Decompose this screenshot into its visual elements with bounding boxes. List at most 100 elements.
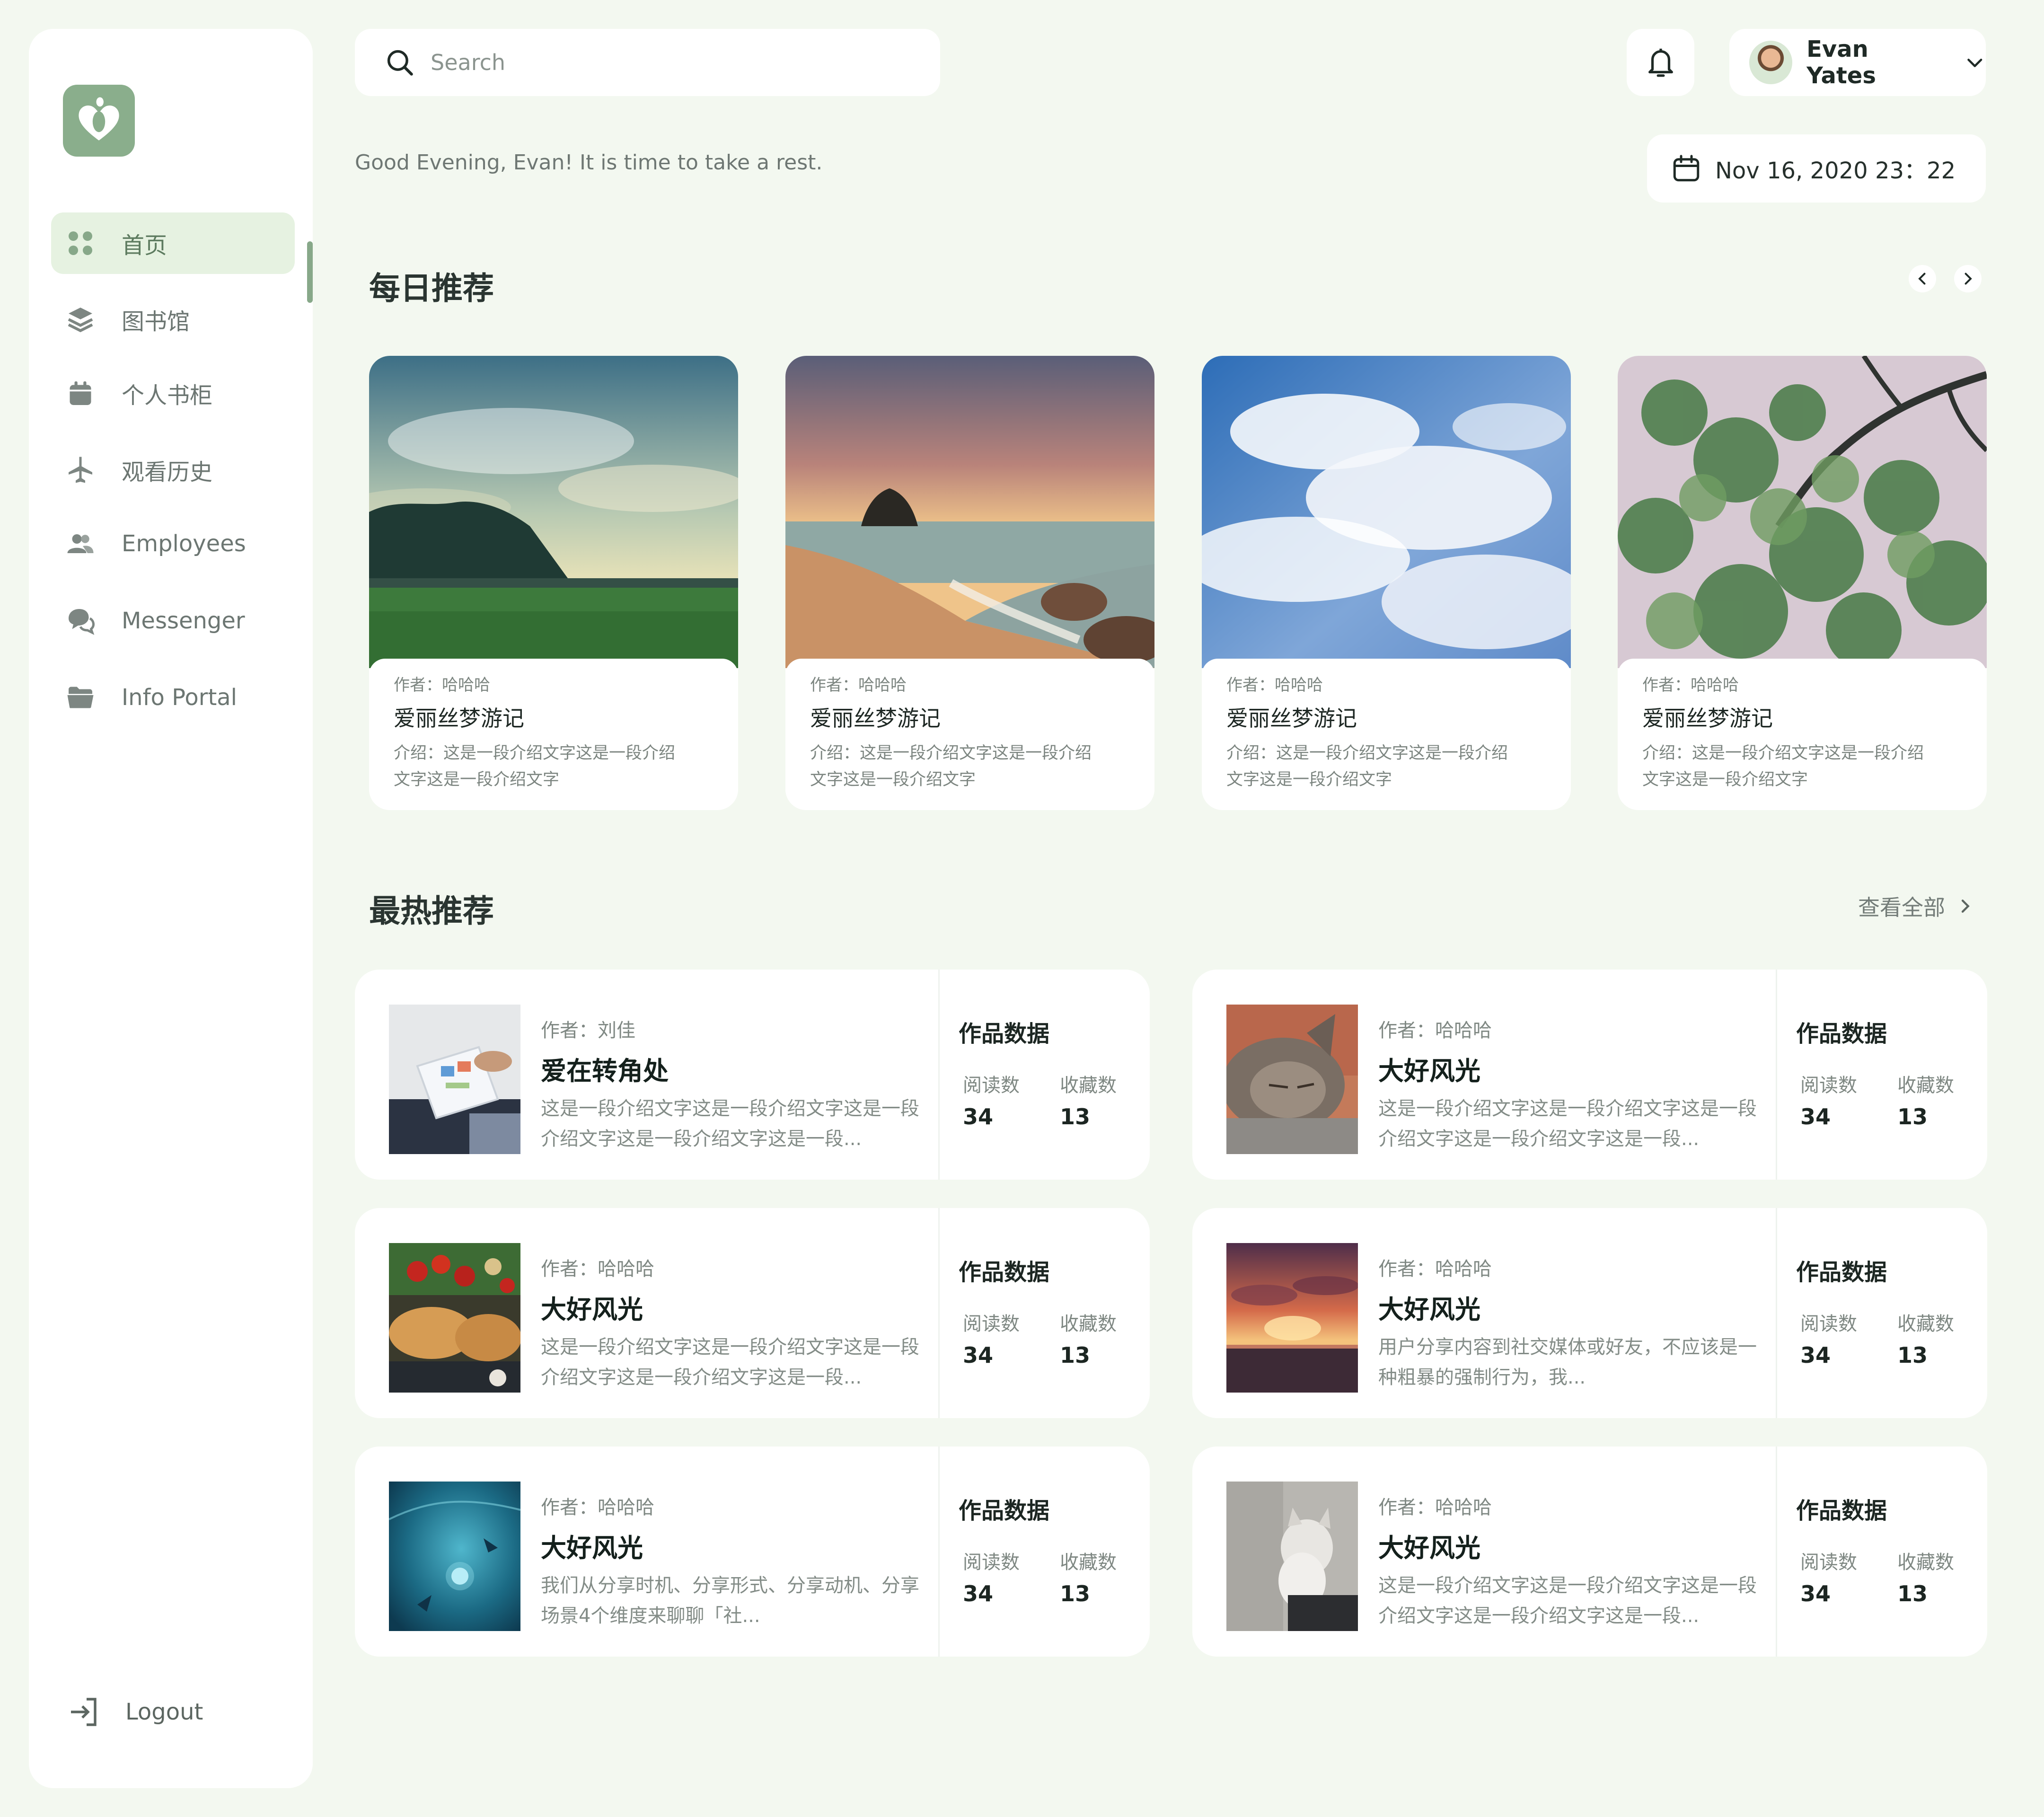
- sidebar-item-home[interactable]: 首页: [51, 212, 295, 274]
- carousel-controls: [1909, 265, 1982, 292]
- hot-card[interactable]: 作者：刘佳 爱在转角处 这是一段介绍文字这是一段介绍文字这是一段介绍文字这是一段…: [355, 970, 1150, 1180]
- sidebar: 首页 图书馆 个人书柜 观看历史 Employees Messenger Inf…: [29, 29, 313, 1788]
- card-title: 爱在转角处: [541, 1056, 669, 1086]
- sidebar-item-label: Employees: [122, 530, 246, 557]
- sunset-sea-thumbnail: [1226, 1243, 1358, 1393]
- greeting-text: Good Evening, Evan! It is time to take a…: [355, 150, 823, 175]
- reads-label: 阅读数: [1800, 1313, 1857, 1335]
- calendar-icon: [1673, 155, 1700, 182]
- bell-icon: [1648, 48, 1673, 77]
- card-title: 大好风光: [541, 1533, 643, 1563]
- card-author: 作者：哈哈哈: [394, 676, 490, 695]
- stats-title: 作品数据: [1796, 1498, 1887, 1524]
- logout-button[interactable]: Logout: [67, 1691, 203, 1733]
- reads-count: 34: [963, 1342, 994, 1368]
- reads-count: 34: [963, 1581, 994, 1606]
- card-description: 用户分享内容到社交媒体或好友，不应该是一种粗暴的强制行为，我...: [1378, 1336, 1757, 1388]
- stats-title: 作品数据: [959, 1259, 1050, 1286]
- date-picker[interactable]: Nov 16, 2020 23：22: [1647, 134, 1986, 203]
- hot-card[interactable]: 作者：哈哈哈 大好风光 这是一段介绍文字这是一段介绍文字这是一段介绍文字这是一段…: [1192, 1447, 1987, 1657]
- sidebar-item-library[interactable]: 图书馆: [51, 289, 295, 350]
- daily-card-info: 作者：哈哈哈 爱丽丝梦游记 介绍：这是一段介绍文字这是一段介绍文字这是一段介绍文…: [785, 659, 1154, 810]
- favorites-count: 13: [1060, 1581, 1091, 1606]
- sidebar-item-label: Info Portal: [122, 684, 238, 711]
- cat-portrait-thumbnail: [1226, 1482, 1358, 1631]
- logout-label: Logout: [125, 1699, 203, 1725]
- date-text: Nov 16, 2020 23：22: [1715, 158, 1956, 184]
- chevron-right-icon: [1961, 900, 1970, 913]
- favorites-count: 13: [1897, 1104, 1928, 1129]
- sidebar-item-messenger[interactable]: Messenger: [51, 590, 295, 652]
- daily-card[interactable]: 作者：哈哈哈 爱丽丝梦游记 介绍：这是一段介绍文字这是一段介绍文字这是一段介绍文…: [785, 356, 1154, 810]
- search-input[interactable]: [430, 49, 855, 76]
- view-all-link[interactable]: 查看全部: [1858, 891, 1974, 922]
- chevron-right-icon: [1965, 273, 1972, 285]
- card-title: 大好风光: [1378, 1533, 1480, 1563]
- tree-branches-image: [1618, 356, 1987, 668]
- hot-section-title: 最热推荐: [369, 893, 494, 929]
- card-description: 介绍：这是一段介绍文字这是一段介绍文字这是一段介绍文字: [810, 744, 1092, 789]
- logout-icon: [71, 1698, 97, 1726]
- hot-card[interactable]: 作者：哈哈哈 大好风光 这是一段介绍文字这是一段介绍文字这是一段介绍文字这是一段…: [355, 1208, 1150, 1418]
- search-icon: [387, 50, 413, 76]
- card-title: 爱丽丝梦游记: [394, 706, 524, 731]
- stats-title: 作品数据: [959, 1498, 1050, 1524]
- daily-card[interactable]: 作者：哈哈哈 爱丽丝梦游记 介绍：这是一段介绍文字这是一段介绍文字这是一段介绍文…: [1618, 356, 1987, 810]
- sidebar-item-label: 图书馆: [122, 309, 190, 335]
- card-description: 我们从分享时机、分享形式、分享动机、分享场景4个维度来聊聊「社...: [541, 1575, 919, 1627]
- sidebar-item-employees[interactable]: Employees: [51, 513, 295, 574]
- card-author: 作者：哈哈哈: [541, 1258, 654, 1280]
- card-author: 作者：哈哈哈: [1226, 676, 1323, 695]
- daily-card[interactable]: 作者：哈哈哈 爱丽丝梦游记 介绍：这是一段介绍文字这是一段介绍文字这是一段介绍文…: [1202, 356, 1571, 810]
- hot-card[interactable]: 作者：哈哈哈 大好风光 我们从分享时机、分享形式、分享动机、分享场景4个维度来聊…: [355, 1447, 1150, 1657]
- divider: [1776, 1208, 1777, 1418]
- beach-sunset-image: [785, 356, 1154, 668]
- view-all-label: 查看全部: [1858, 895, 1945, 920]
- cloudy-sky-image: [1202, 356, 1571, 668]
- card-description: 这是一段介绍文字这是一段介绍文字这是一段介绍文字这是一段介绍文字这是一段...: [541, 1336, 919, 1388]
- user-name: Evan Yates: [1806, 36, 1876, 89]
- search-bar[interactable]: [355, 29, 940, 96]
- user-menu[interactable]: Evan Yates: [1729, 29, 1986, 96]
- sidebar-item-label: 个人书柜: [122, 382, 213, 409]
- sidebar-item-info-portal[interactable]: Info Portal: [51, 667, 295, 728]
- card-author: 作者：哈哈哈: [1378, 1020, 1492, 1041]
- reads-count: 34: [1800, 1581, 1831, 1606]
- carousel-next-button[interactable]: [1954, 265, 1982, 292]
- favorites-label: 收藏数: [1897, 1313, 1954, 1335]
- card-description: 这是一段介绍文字这是一段介绍文字这是一段介绍文字这是一段介绍文字这是一段...: [1378, 1575, 1757, 1627]
- hot-card[interactable]: 作者：哈哈哈 大好风光 用户分享内容到社交媒体或好友，不应该是一种粗暴的强制行为…: [1192, 1208, 1987, 1418]
- reads-label: 阅读数: [963, 1313, 1020, 1335]
- divider: [938, 1208, 940, 1418]
- sidebar-item-history[interactable]: 观看历史: [51, 439, 295, 501]
- notifications-button[interactable]: [1627, 29, 1694, 96]
- sidebar-item-bookshelf[interactable]: 个人书柜: [51, 362, 295, 424]
- carousel-prev-button[interactable]: [1909, 265, 1936, 292]
- reads-label: 阅读数: [1800, 1552, 1857, 1573]
- stats-title: 作品数据: [959, 1021, 1050, 1047]
- heart-logo-icon: [79, 97, 119, 141]
- card-title: 爱丽丝梦游记: [1226, 706, 1357, 731]
- card-author: 作者：刘佳: [541, 1020, 635, 1041]
- sidebar-item-label: Messenger: [122, 608, 245, 634]
- tablet-reading-thumbnail: [389, 1005, 520, 1154]
- app-logo[interactable]: [63, 85, 135, 157]
- favorites-count: 13: [1897, 1342, 1928, 1368]
- underwater-thumbnail: [389, 1482, 520, 1631]
- card-author: 作者：哈哈哈: [1378, 1258, 1492, 1280]
- favorites-count: 13: [1060, 1104, 1091, 1129]
- favorites-count: 13: [1060, 1342, 1091, 1368]
- card-title: 爱丽丝梦游记: [810, 706, 941, 731]
- stats-title: 作品数据: [1796, 1021, 1887, 1047]
- card-description: 介绍：这是一段介绍文字这是一段介绍文字这是一段介绍文字: [1642, 744, 1924, 789]
- reads-count: 34: [1800, 1342, 1831, 1368]
- active-indicator: [307, 241, 313, 303]
- airplane-icon: [65, 455, 96, 485]
- daily-section-title: 每日推荐: [369, 270, 494, 307]
- chevron-left-icon: [1918, 273, 1926, 285]
- card-title: 大好风光: [1378, 1295, 1480, 1324]
- card-description: 这是一段介绍文字这是一段介绍文字这是一段介绍文字这是一段介绍文字这是一段...: [541, 1098, 919, 1150]
- favorites-label: 收藏数: [1060, 1552, 1117, 1573]
- hot-card[interactable]: 作者：哈哈哈 大好风光 这是一段介绍文字这是一段介绍文字这是一段介绍文字这是一段…: [1192, 970, 1987, 1180]
- daily-card[interactable]: 作者：哈哈哈 爱丽丝梦游记 介绍：这是一段介绍文字这是一段介绍文字这是一段介绍文…: [369, 356, 738, 810]
